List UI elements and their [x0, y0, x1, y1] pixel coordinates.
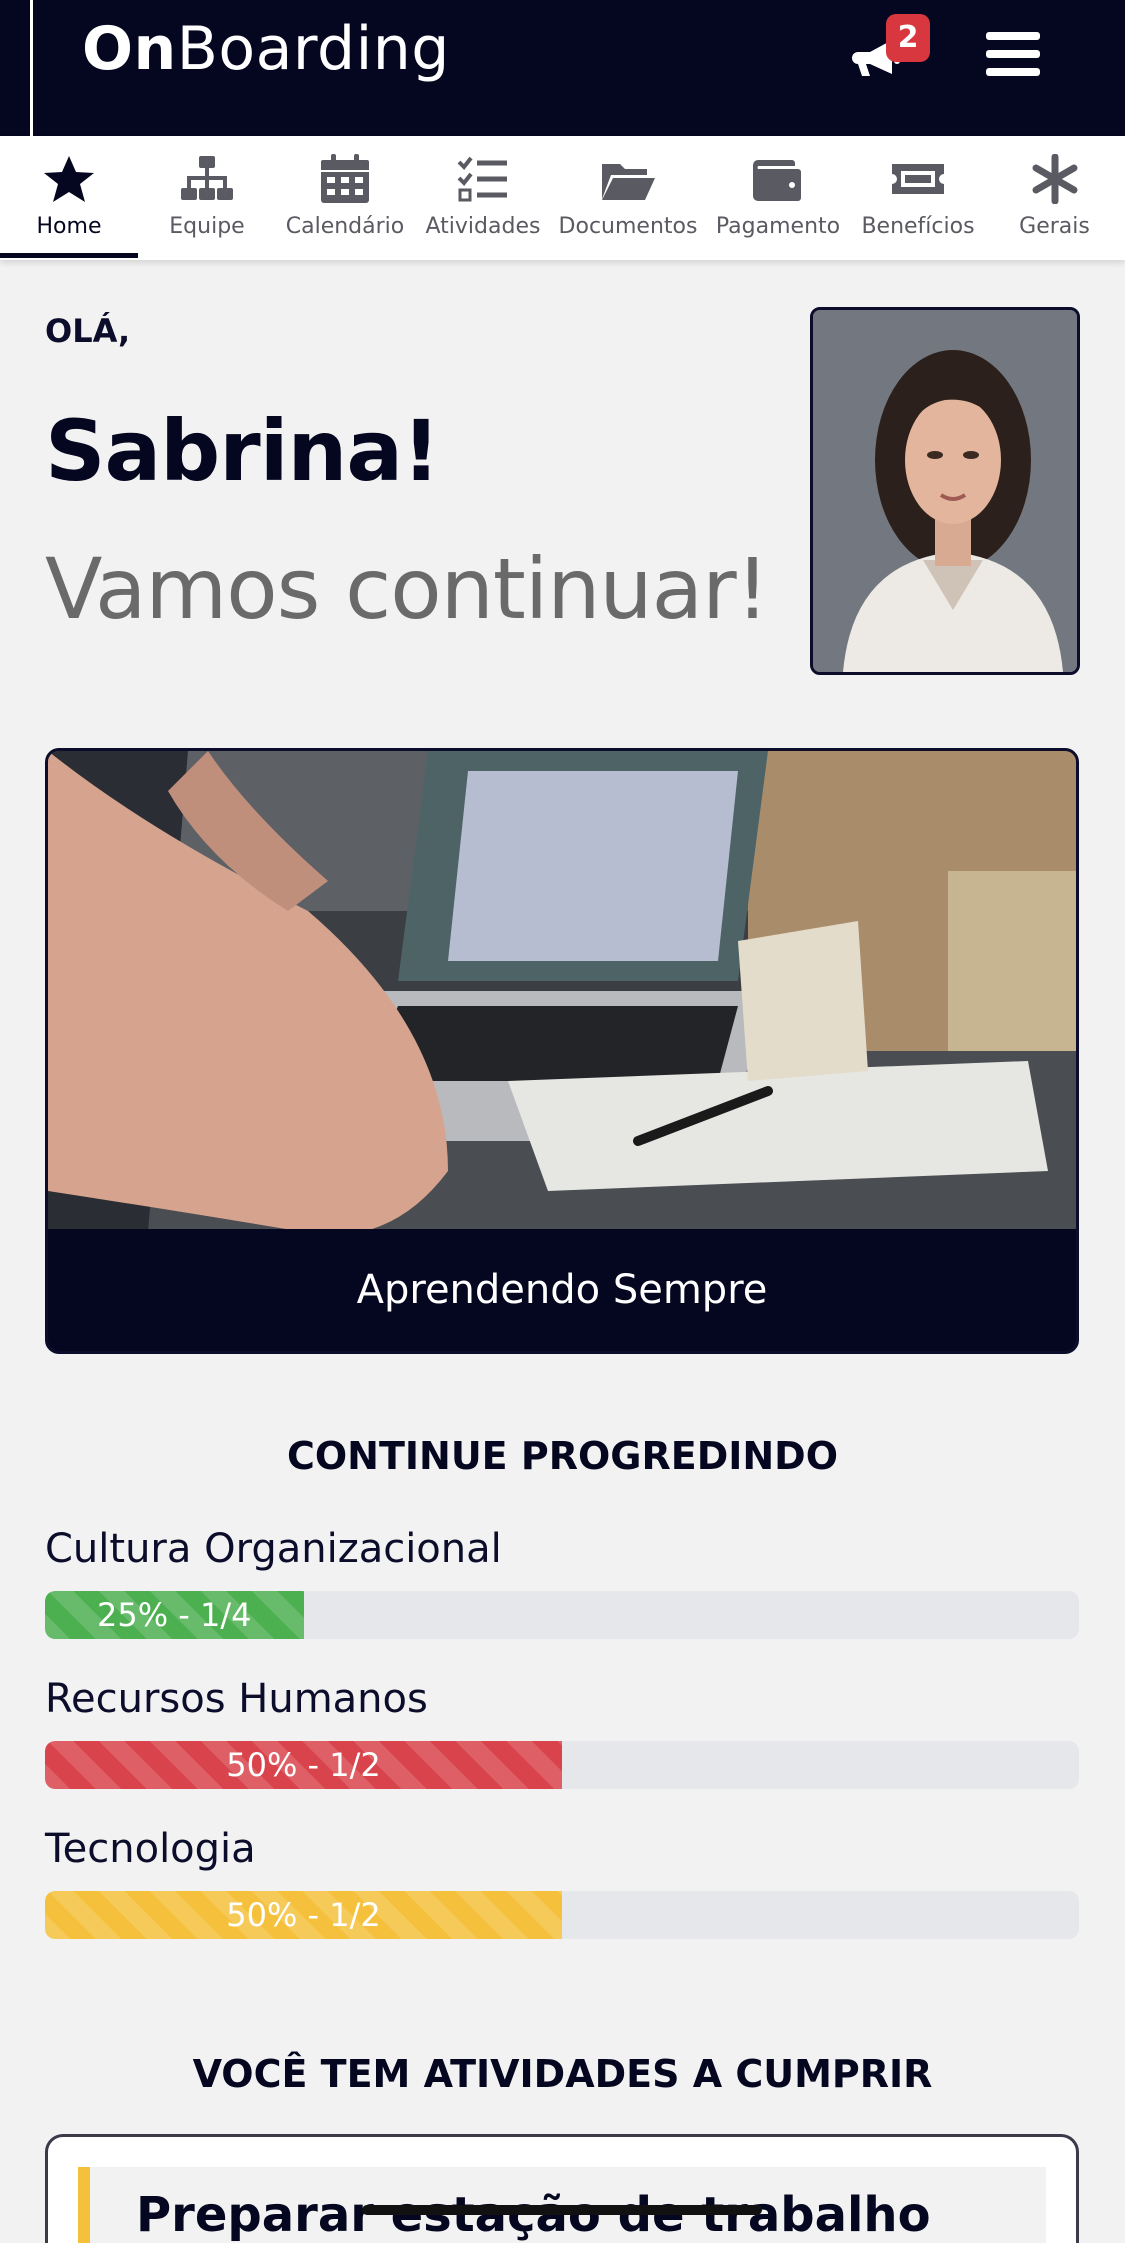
tab-label: Equipe [169, 214, 245, 239]
main-tab-bar: Home Equipe Calendário Atividades Docume… [0, 136, 1125, 260]
progress-track-rh: 50% - 1/2 [45, 1741, 1079, 1789]
tab-beneficios[interactable]: Benefícios [852, 136, 984, 260]
progress-track-cultura: 25% - 1/4 [45, 1591, 1079, 1639]
banner-image [48, 751, 1076, 1231]
banner-caption: Aprendendo Sempre [48, 1229, 1076, 1351]
activities-section-title: VOCÊ TEM ATIVIDADES A CUMPRIR [192, 2052, 933, 2096]
notification-badge[interactable]: 2 [886, 14, 930, 62]
tab-label: Pagamento [715, 214, 841, 239]
ticket-icon [890, 154, 946, 204]
hamburger-icon [986, 32, 1040, 40]
progress-bar-tecnologia: 50% - 1/2 [45, 1891, 562, 1939]
progress-track-tecnologia: 50% - 1/2 [45, 1891, 1079, 1939]
tab-equipe[interactable]: Equipe [138, 136, 276, 260]
user-name: Sabrina! [45, 402, 440, 500]
progress-bar-rh: 50% - 1/2 [45, 1741, 562, 1789]
tab-label: Calendário [285, 214, 405, 239]
star-icon [41, 154, 97, 204]
tab-pagamento[interactable]: Pagamento [704, 136, 852, 260]
active-tab-indicator [0, 253, 138, 258]
calendar-icon [317, 154, 373, 204]
hamburger-icon [986, 68, 1040, 76]
progress-section-title: CONTINUE PROGREDINDO [286, 1434, 839, 1478]
user-avatar[interactable] [810, 307, 1080, 675]
brand-rest: Boarding [176, 14, 450, 84]
tab-label: Home [36, 214, 102, 239]
tab-calendario[interactable]: Calendário [276, 136, 414, 260]
tab-label: Gerais [1019, 214, 1090, 239]
header-edge-line [30, 0, 33, 136]
tab-label: Benefícios [861, 214, 975, 239]
progress-label-rh: Recursos Humanos [45, 1676, 428, 1722]
tab-documentos[interactable]: Documentos [552, 136, 704, 260]
progress-bar-cultura: 25% - 1/4 [45, 1591, 304, 1639]
tasks-icon [455, 154, 511, 204]
progress-label-tecnologia: Tecnologia [45, 1826, 256, 1872]
greeting-hello: OLÁ, [45, 312, 131, 350]
hamburger-icon [986, 50, 1040, 58]
home-indicator [362, 2205, 762, 2215]
app-logo[interactable]: OnBoarding [82, 14, 450, 84]
org-chart-icon [179, 154, 235, 204]
tab-home[interactable]: Home [0, 136, 138, 260]
hamburger-menu-button[interactable] [986, 32, 1042, 76]
activity-card[interactable]: Preparar estação de trabalho [45, 2134, 1079, 2243]
wallet-icon [750, 154, 806, 204]
activity-title: Preparar estação de trabalho [136, 2187, 931, 2243]
greeting-subtitle: Vamos continuar! [45, 540, 769, 638]
asterisk-icon [1027, 153, 1083, 205]
tab-atividades[interactable]: Atividades [414, 136, 552, 260]
featured-banner[interactable]: Aprendendo Sempre [45, 748, 1079, 1354]
progress-label-cultura: Cultura Organizacional [45, 1526, 502, 1572]
folder-icon [600, 154, 656, 204]
tab-gerais[interactable]: Gerais [984, 136, 1125, 260]
brand-bold: On [82, 14, 177, 84]
tab-label: Atividades [425, 214, 541, 239]
tab-label: Documentos [558, 214, 698, 239]
app-header: OnBoarding 2 [0, 0, 1125, 136]
